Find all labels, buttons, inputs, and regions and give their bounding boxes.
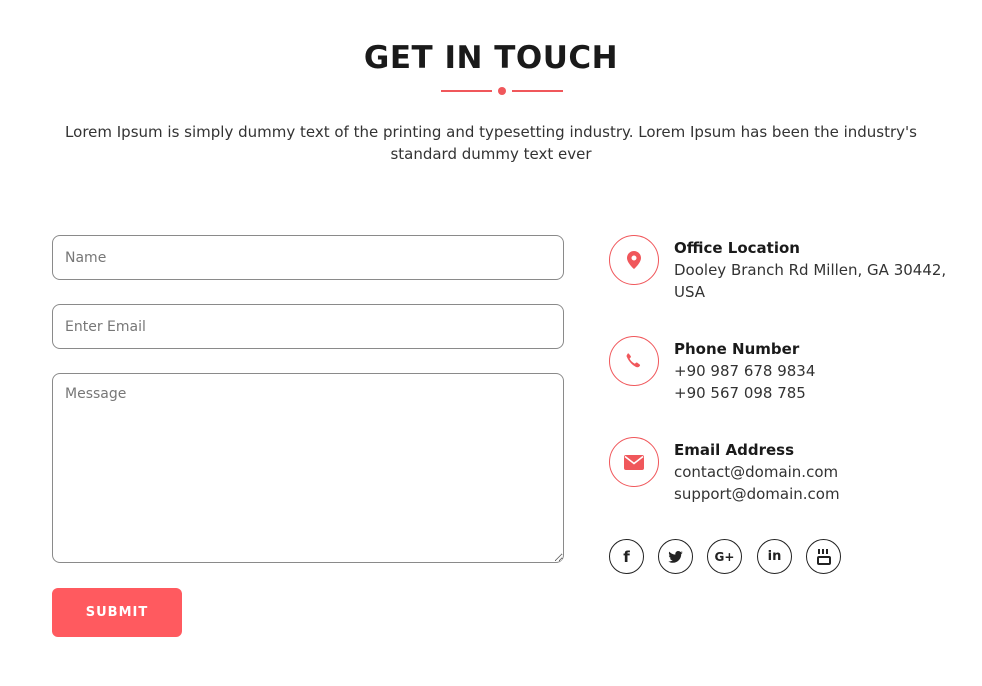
facebook-glyph: f bbox=[623, 547, 630, 566]
facebook-icon[interactable]: f bbox=[609, 539, 644, 574]
map-pin-icon bbox=[609, 235, 659, 285]
phone-number-text: Phone Number +90 987 678 9834 +90 567 09… bbox=[674, 338, 964, 404]
office-location-heading: Office Location bbox=[674, 239, 800, 257]
linkedin-glyph: in bbox=[767, 549, 782, 564]
linkedin-icon[interactable]: in bbox=[757, 539, 792, 574]
email-address-heading: Email Address bbox=[674, 441, 795, 459]
divider-dot bbox=[498, 87, 506, 95]
office-location-address: Dooley Branch Rd Millen, GA 30442, USA bbox=[674, 261, 947, 301]
name-input[interactable] bbox=[52, 235, 564, 280]
email-input[interactable] bbox=[52, 304, 564, 349]
email-address-primary[interactable]: contact@domain.com bbox=[674, 461, 964, 483]
page-title: GET IN TOUCH bbox=[363, 40, 619, 76]
envelope-icon bbox=[609, 437, 659, 487]
submit-button[interactable]: SUBMIT bbox=[52, 588, 182, 637]
divider-line-left bbox=[441, 90, 492, 92]
office-location-text: Office Location Dooley Branch Rd Millen,… bbox=[674, 237, 964, 303]
youtube-icon[interactable] bbox=[806, 539, 841, 574]
page-subtitle: Lorem Ipsum is simply dummy text of the … bbox=[65, 123, 917, 163]
phone-number-primary[interactable]: +90 987 678 9834 bbox=[674, 360, 964, 382]
twitter-icon[interactable] bbox=[658, 539, 693, 574]
google-plus-icon[interactable]: G+ bbox=[707, 539, 742, 574]
message-textarea[interactable] bbox=[52, 373, 564, 563]
phone-number-secondary[interactable]: +90 567 098 785 bbox=[674, 382, 964, 404]
email-address-secondary[interactable]: support@domain.com bbox=[674, 483, 964, 505]
phone-number-heading: Phone Number bbox=[674, 340, 800, 358]
phone-icon bbox=[609, 336, 659, 386]
title-divider bbox=[441, 87, 563, 95]
email-address-text: Email Address contact@domain.com support… bbox=[674, 439, 964, 505]
google-plus-glyph: G+ bbox=[714, 549, 735, 564]
divider-line-right bbox=[512, 90, 563, 92]
